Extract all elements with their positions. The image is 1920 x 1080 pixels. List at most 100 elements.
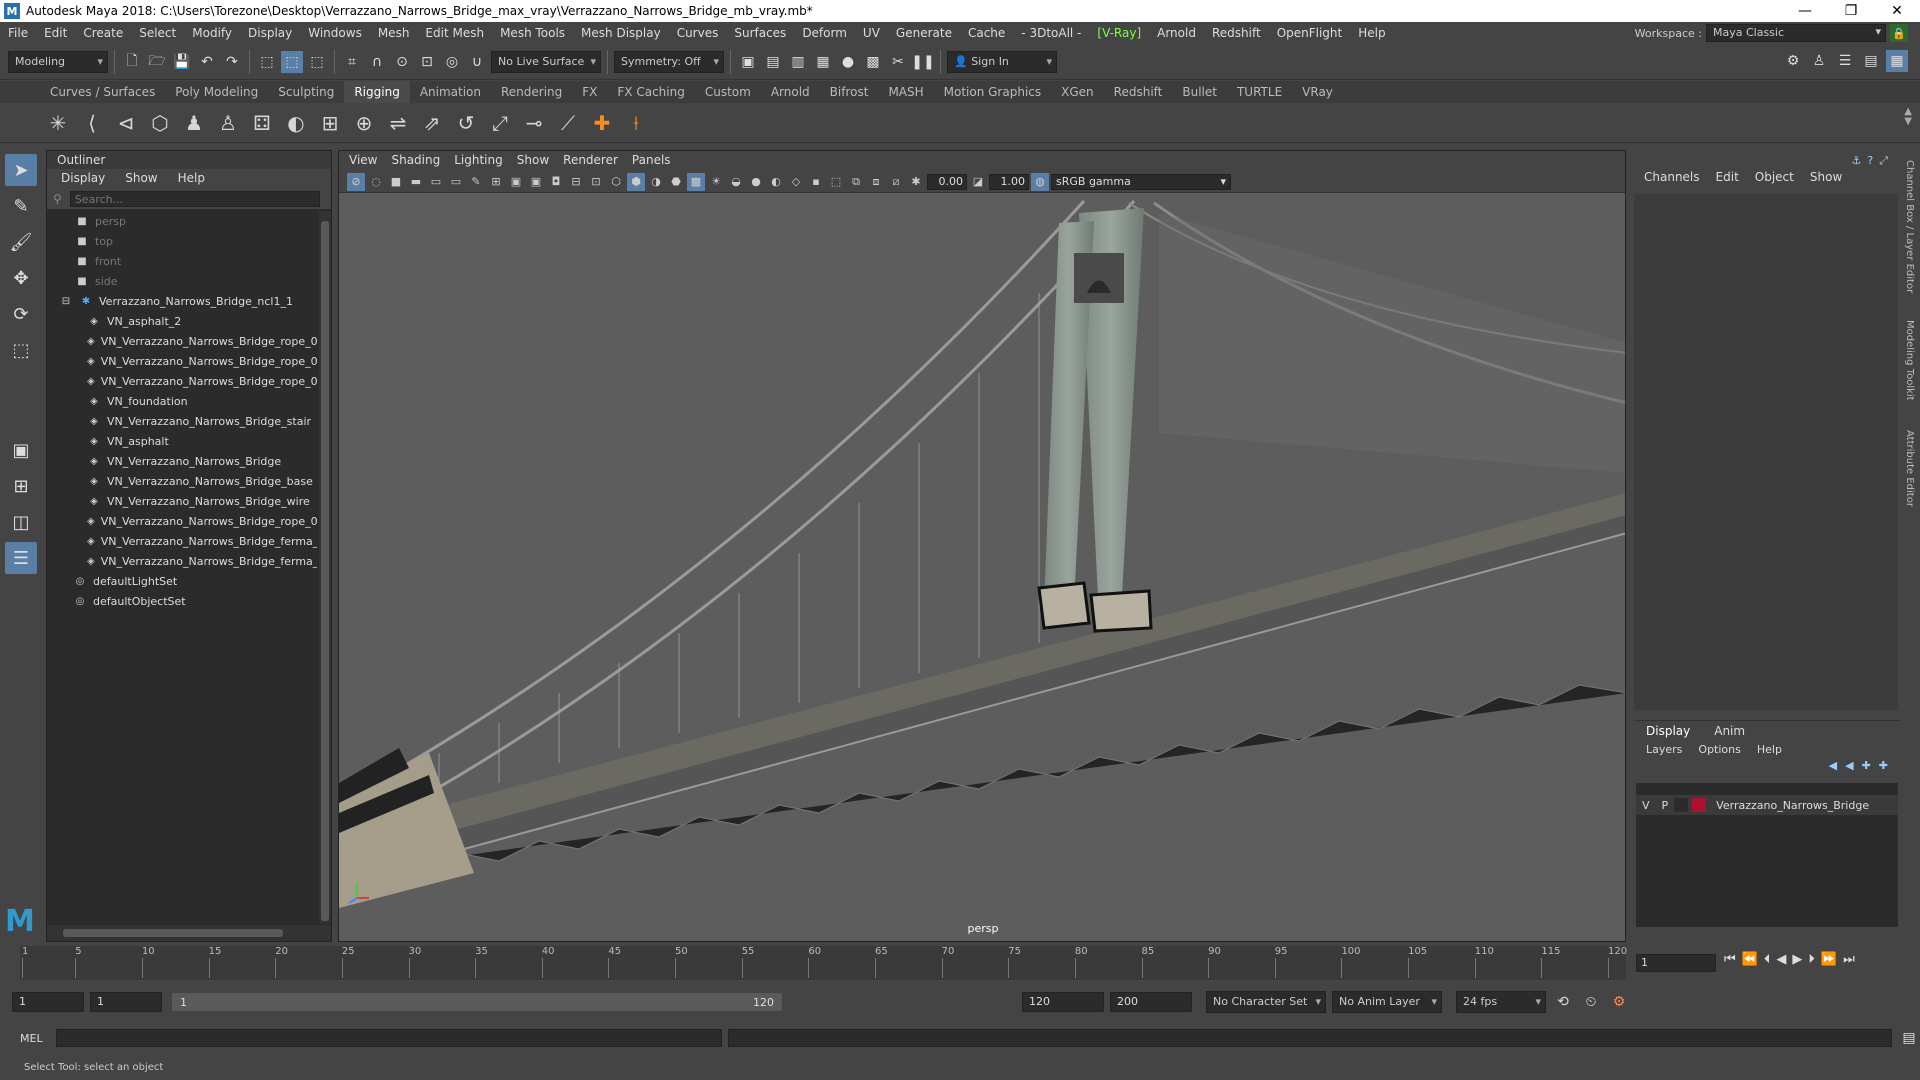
scrollbar-thumb[interactable] [321,221,329,921]
viewport-menu-view[interactable]: View [349,153,377,169]
select-object-icon[interactable]: ⬚ [281,50,303,73]
smooth-bind-icon[interactable]: ◐ [282,108,310,138]
go-to-start-icon[interactable]: ⏮ [1724,952,1736,967]
snap-view-icon[interactable]: ⊡ [416,51,438,73]
shelf-tab-xgen[interactable]: XGen [1051,81,1104,103]
new-scene-icon[interactable]: 🗋 [121,51,143,73]
ik-spline-icon[interactable]: ⊲ [112,108,140,138]
parent-constraint-icon[interactable]: ⊸ [520,108,548,138]
loop-icon[interactable]: ⟲ [1552,991,1574,1013]
live-surface-field[interactable]: No Live Surface [491,50,601,73]
shadows-icon[interactable]: ◒ [727,173,745,191]
fps-select[interactable]: 24 fps [1456,991,1546,1013]
bind-skin-icon[interactable]: ⚃ [248,108,276,138]
outliner-item-child[interactable]: ◈ VN_Verrazzano_Narrows_Bridge_rope_0 [47,511,317,531]
menu-select[interactable]: Select [131,26,184,40]
shelf-tab-rendering[interactable]: Rendering [491,81,572,103]
outliner-menu-show[interactable]: Show [125,171,157,187]
time-ruler[interactable]: 1 5 10 15 20 25 30 35 40 45 50 55 60 65 70 75 80 85 90 95 10… [20,946,1627,980]
layer-tab-display[interactable]: Display [1646,724,1690,738]
menu-help[interactable]: Help [1350,26,1393,40]
move-layer-down-icon[interactable]: ◀ [1845,759,1853,772]
outliner-item-child[interactable]: ◈ VN_Verrazzano_Narrows_Bridge_rope_0 [47,351,317,371]
outliner-menu-display[interactable]: Display [61,171,105,187]
shelf-tab-custom[interactable]: Custom [695,81,761,103]
outliner-item-child[interactable]: ◈ VN_asphalt [47,431,317,451]
outliner-layout-icon[interactable]: ☰ [5,542,37,574]
playback-start-field[interactable]: 1 [90,992,162,1012]
menu-redshift[interactable]: Redshift [1204,26,1269,40]
render-sequence-icon[interactable]: ▩ [862,51,884,73]
menu-vray[interactable]: [V-Ray] [1089,26,1149,40]
two-d-pan-icon[interactable]: ▭ [447,173,465,191]
gate-mask-icon[interactable]: ◘ [547,173,565,191]
layer-options-menu[interactable]: Options [1698,743,1740,756]
tab-channel-box-layer-editor[interactable]: Channel Box / Layer Editor [1904,160,1915,293]
motion-blur-icon[interactable]: ◐ [767,173,785,191]
orient-constraint-icon[interactable]: ↺ [452,108,480,138]
outliner-horizontal-scrollbar[interactable] [47,925,331,941]
character-set-select[interactable]: No Character Set [1206,991,1326,1013]
shelf-tab-fx-caching[interactable]: FX Caching [607,81,694,103]
wrap-icon[interactable]: ⊕ [350,108,378,138]
snap-grid-icon[interactable]: ⌗ [341,51,363,73]
collapse-icon[interactable]: ⊟ [59,296,73,307]
channels-object-menu[interactable]: Object [1755,170,1794,184]
outliner-item-side[interactable]: ■ side [47,271,317,291]
ambient-occlusion-icon[interactable]: ● [747,173,765,191]
select-camera-icon[interactable]: ⊘ [347,172,365,191]
select-tool-icon[interactable]: ➤ [5,154,37,186]
play-backwards-icon[interactable]: ◀ [1776,952,1786,967]
outliner-item-child[interactable]: ◈ VN_foundation [47,391,317,411]
outliner-item-child[interactable]: ◈ VN_Verrazzano_Narrows_Bridge_wire [47,491,317,511]
scale-constraint-icon[interactable]: ⤢ [486,108,514,138]
animation-start-field[interactable]: 1 [12,992,84,1012]
lasso-tool-icon[interactable]: ✎ [5,190,37,222]
shelf-tab-redshift[interactable]: Redshift [1104,81,1173,103]
play-forwards-icon[interactable]: ▶ [1792,952,1802,967]
gamma-field[interactable]: 1.00 [989,173,1029,190]
point-constraint-icon[interactable]: ⇌ [384,108,412,138]
channels-show-menu[interactable]: Show [1810,170,1842,184]
depth-of-field-icon[interactable]: ▪ [807,173,825,191]
viewport-menu-lighting[interactable]: Lighting [454,153,503,169]
rotate-tool-icon[interactable]: ⟳ [5,298,37,330]
outliner-item-child[interactable]: ◈ VN_Verrazzano_Narrows_Bridge_rope_0 [47,371,317,391]
viewport-menu-panels[interactable]: Panels [632,153,671,169]
persp-outliner-icon[interactable]: ◫ [5,506,37,538]
xray-components-icon[interactable]: ⧄ [887,173,905,191]
layer-visibility-toggle[interactable]: V [1636,799,1656,812]
bookmark-icon[interactable]: ▬ [407,173,425,191]
grease-pencil-icon[interactable]: ✎ [467,173,485,191]
layer-color-swatch[interactable] [1692,798,1707,812]
attribute-editor-icon[interactable]: ☰ [1834,50,1856,72]
viewport-panel[interactable]: View Shading Lighting Show Renderer Pane… [338,150,1626,942]
shelf-tab-animation[interactable]: Animation [410,81,491,103]
lights-icon[interactable]: ☀ [707,173,725,191]
layer-type-toggle[interactable] [1674,798,1689,812]
tab-modeling-toolkit[interactable]: Modeling Toolkit [1904,320,1915,401]
textured-icon[interactable]: ▩ [687,172,705,191]
layers-menu[interactable]: Layers [1646,743,1682,756]
outliner-menu-help[interactable]: Help [178,171,205,187]
lattice-icon[interactable]: ⊞ [316,108,344,138]
outliner-item-front[interactable]: ■ front [47,251,317,271]
range-bar[interactable]: 1 120 [172,993,782,1011]
outliner-item-top[interactable]: ■ top [47,231,317,251]
gamma-icon[interactable]: ◪ [969,173,987,191]
grid-icon[interactable]: ⊞ [487,173,505,191]
layer-playback-toggle[interactable]: P [1656,799,1675,812]
vray-icon[interactable]: ✂ [887,51,909,73]
tab-attribute-editor[interactable]: Attribute Editor [1904,430,1915,507]
safe-action-icon[interactable]: ⊡ [587,173,605,191]
outliner-item-child[interactable]: ◈ VN_asphalt_2 [47,311,317,331]
menu-generate[interactable]: Generate [888,26,960,40]
script-editor-icon[interactable]: ▤ [1898,1027,1920,1049]
human-ik-icon[interactable]: ♟ [180,108,208,138]
xray-icon[interactable]: ⧉ [847,173,865,191]
render-view-icon[interactable]: ● [837,51,859,73]
select-hierarchy-icon[interactable]: ⬚ [256,51,278,73]
shelf-tab-poly-modeling[interactable]: Poly Modeling [165,81,268,103]
menu-mesh[interactable]: Mesh [370,26,418,40]
channel-box-float-icon[interactable]: ⤢ [1879,154,1888,168]
